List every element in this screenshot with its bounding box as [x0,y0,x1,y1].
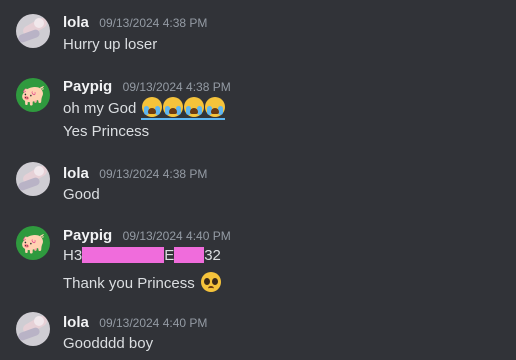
message-text: Good [63,186,100,203]
message-header: lola 09/13/2024 4:38 PM [63,14,207,32]
message-text: Yes Princess [63,123,150,140]
message-text: oh my God [63,97,225,120]
username[interactable]: Paypig [63,227,112,244]
timestamp: 09/13/2024 4:38 PM [122,80,231,94]
username[interactable]: lola [63,165,89,182]
message-text-part: 32 [204,247,221,264]
timestamp: 09/13/2024 4:38 PM [99,167,208,181]
username[interactable]: lola [63,14,89,31]
user-avatar[interactable] [16,14,50,48]
user-avatar[interactable]: 🐖 [16,226,50,260]
timestamp: 09/13/2024 4:40 PM [99,316,208,330]
message-text-part: oh my God [63,100,137,117]
loudly-crying-face-icon[interactable] [183,97,204,117]
emoji-group[interactable] [140,97,225,120]
redaction-bar [82,247,165,263]
message-text-part: Thank you Princess [63,275,195,292]
timestamp: 09/13/2024 4:38 PM [99,16,208,30]
pleading-face-icon[interactable] [200,272,221,292]
message-header: Paypig 09/13/2024 4:38 PM [63,78,231,96]
loudly-crying-face-icon[interactable] [162,97,183,117]
message-header: lola 09/13/2024 4:38 PM [63,165,207,183]
message-text: Hurry up loser [63,36,158,53]
user-avatar[interactable] [16,162,50,196]
user-avatar[interactable] [16,312,50,346]
username[interactable]: Paypig [63,78,112,95]
message-text: Goodddd boy [63,335,154,352]
pig-icon: 🐖 [20,231,46,255]
loudly-crying-face-icon[interactable] [204,97,225,117]
loudly-crying-face-icon[interactable] [141,97,162,117]
message-text-part: E [164,247,175,264]
message-text: H3 E 32 [63,247,221,264]
username[interactable]: lola [63,314,89,331]
message-text-part: H3 [63,247,83,264]
timestamp: 09/13/2024 4:40 PM [122,229,231,243]
message-header: Paypig 09/13/2024 4:40 PM [63,227,231,245]
pig-icon: 🐖 [20,83,46,107]
redaction-bar [174,247,205,263]
user-avatar[interactable]: 🐖 [16,78,50,112]
message-header: lola 09/13/2024 4:40 PM [63,314,207,332]
message-text: Thank you Princess [63,272,221,292]
